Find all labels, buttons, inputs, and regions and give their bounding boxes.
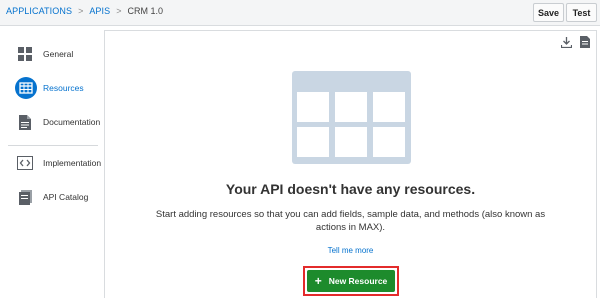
breadcrumb-current: CRM 1.0 — [127, 6, 164, 16]
sidebar-item-resources[interactable]: Resources — [0, 73, 103, 103]
sidebar-item-documentation[interactable]: Documentation — [0, 107, 103, 137]
main-panel: Your API doesn't have any resources. Sta… — [104, 30, 597, 298]
empty-state-description: Start adding resources so that you can a… — [155, 209, 546, 233]
sidebar: General Resources Documentation Implemen… — [0, 27, 103, 298]
new-resource-label: New Resource — [328, 276, 388, 286]
code-icon — [16, 154, 34, 172]
test-button[interactable]: Test — [566, 3, 597, 22]
catalog-icon — [16, 188, 34, 206]
save-button[interactable]: Save — [533, 3, 564, 22]
grid-icon — [16, 45, 34, 63]
plus-icon: + — [314, 274, 322, 288]
tell-me-more-link[interactable]: Tell me more — [105, 246, 596, 255]
sidebar-item-implementation[interactable]: Implementation — [0, 148, 103, 178]
table-icon — [15, 77, 37, 99]
new-resource-button[interactable]: + New Resource — [307, 270, 395, 292]
breadcrumb: APPLICATIONS > APIS > CRM 1.0 — [6, 6, 163, 16]
breadcrumb-applications[interactable]: APPLICATIONS — [6, 6, 72, 16]
empty-state-title: Your API doesn't have any resources. — [225, 181, 476, 197]
breadcrumb-apis[interactable]: APIS — [89, 6, 110, 16]
top-bar: APPLICATIONS > APIS > CRM 1.0 Save Test — [0, 0, 600, 26]
empty-resources-illustration — [292, 71, 411, 164]
sidebar-item-label: Resources — [43, 83, 84, 93]
sidebar-item-label: Documentation — [43, 117, 101, 127]
breadcrumb-separator: > — [116, 6, 122, 16]
sidebar-item-api-catalog[interactable]: API Catalog — [0, 182, 103, 212]
sidebar-item-general[interactable]: General — [0, 39, 103, 69]
download-icon[interactable] — [560, 36, 572, 48]
document-icon — [16, 113, 34, 131]
sidebar-divider — [8, 145, 98, 146]
sidebar-item-label: Implementation — [43, 158, 102, 168]
sidebar-item-label: API Catalog — [43, 192, 89, 202]
export-document-icon[interactable] — [579, 36, 591, 48]
breadcrumb-separator: > — [78, 6, 84, 16]
sidebar-item-label: General — [43, 49, 74, 59]
